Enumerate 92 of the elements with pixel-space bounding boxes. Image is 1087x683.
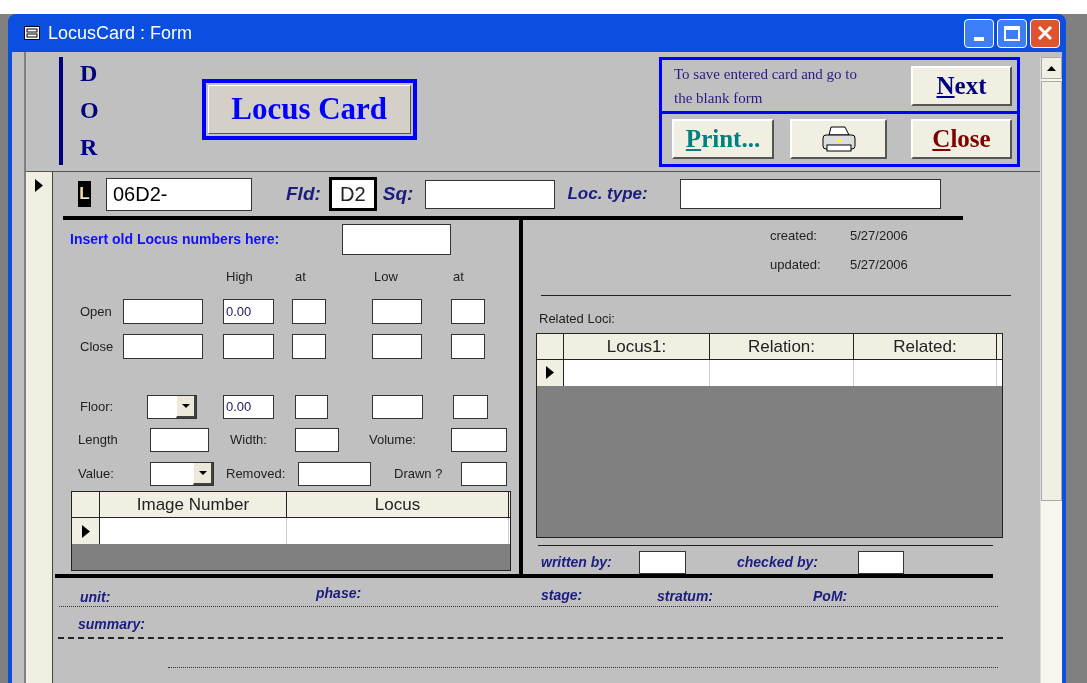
written-by-field[interactable]: [639, 551, 686, 574]
checked-by-field[interactable]: [858, 551, 904, 574]
field-label: stage:: [541, 586, 584, 605]
record-pointer-icon: [35, 179, 43, 192]
text-field[interactable]: [295, 395, 328, 419]
field-label: 5/27/2006: [850, 227, 908, 246]
text-field[interactable]: [461, 462, 507, 486]
field-label: at: [295, 268, 307, 287]
next-button[interactable]: Next: [911, 65, 1012, 106]
text-field[interactable]: [292, 299, 326, 324]
save-hint: To save entered card and go to the blank form: [674, 64, 859, 108]
locus-field[interactable]: 06D2-: [106, 177, 252, 211]
field-label: Length: [78, 431, 119, 450]
field-label: 5/27/2006: [850, 256, 908, 275]
text-field[interactable]: [123, 334, 203, 359]
print-button[interactable]: [790, 119, 887, 159]
caret-icon: [193, 463, 213, 485]
locus-prefix: L: [78, 181, 91, 207]
vertical-scrollbar[interactable]: [1040, 57, 1062, 683]
close-icon: [1037, 25, 1053, 41]
heading-letter: D: [80, 59, 99, 88]
dropdown-field[interactable]: [147, 395, 197, 419]
field-label: High: [226, 268, 254, 287]
text-field[interactable]: [372, 334, 422, 359]
field-label: Floor:: [80, 398, 115, 417]
field-label: phase:: [316, 584, 363, 603]
field-label: created:: [770, 227, 818, 246]
window-title: LocusCard : Form: [48, 21, 193, 45]
maximize-button[interactable]: [997, 18, 1027, 48]
heading-letter: R: [80, 133, 99, 162]
text-field[interactable]: [295, 428, 339, 452]
text-field[interactable]: [451, 428, 507, 452]
record-pointer-icon: [546, 366, 554, 380]
scroll-up-button[interactable]: [1041, 57, 1062, 79]
field-label: Related Loci:: [539, 310, 616, 329]
field-label: Loc. type:: [567, 183, 648, 206]
printer-icon: [820, 125, 857, 153]
field-label: Open: [80, 302, 113, 321]
field-label: Fld:: [286, 181, 321, 206]
field-label: Volume:: [369, 431, 417, 450]
field-label: Value:: [78, 465, 115, 484]
text-field[interactable]: 0.00: [223, 299, 274, 324]
loc-type-field[interactable]: [679, 179, 941, 209]
column-header: Image Number: [100, 492, 287, 517]
field-label: at: [453, 268, 465, 287]
sq-field[interactable]: [425, 179, 556, 209]
field-label: PoM:: [813, 587, 848, 606]
text-field[interactable]: [453, 395, 488, 419]
up-arrow-icon: [1047, 65, 1056, 71]
text-field[interactable]: [123, 299, 203, 324]
old-locus-label: Insert old Locus numbers here:: [70, 230, 281, 249]
column-header: Relation:: [710, 333, 854, 359]
column-header: Locus1:: [564, 333, 710, 359]
print-button[interactable]: Print...: [672, 119, 774, 159]
text-field[interactable]: [372, 395, 423, 419]
text-field[interactable]: [372, 299, 422, 324]
minimize-icon: [974, 36, 984, 41]
field-label: checked by:: [737, 553, 819, 572]
old-locus-field[interactable]: [342, 224, 451, 255]
scroll-thumb[interactable]: [1041, 81, 1062, 501]
text-field[interactable]: [150, 428, 209, 452]
field-label: updated:: [770, 256, 822, 275]
heading-letter: O: [80, 96, 99, 125]
form-icon: [24, 26, 40, 40]
field-label: Drawn ?: [394, 465, 444, 484]
locus-card-title: Locus Card: [207, 85, 411, 134]
field-label: summary:: [78, 615, 146, 634]
record-pointer-icon: [81, 524, 90, 538]
field-label: written by:: [541, 553, 613, 572]
fld-field[interactable]: D2: [328, 177, 377, 211]
field-label: unit:: [80, 588, 112, 607]
text-field[interactable]: [298, 462, 371, 486]
field-label: Removed:: [226, 465, 287, 484]
maximize-icon: [1004, 25, 1020, 41]
field-label: Close: [80, 337, 115, 356]
close-button[interactable]: Close: [911, 119, 1012, 159]
field-label: Low: [374, 268, 399, 287]
text-field[interactable]: [223, 334, 274, 359]
text-field[interactable]: 0.00: [223, 395, 274, 419]
column-header: Related:: [854, 333, 997, 359]
caret-icon: [176, 396, 196, 418]
field-label: Sq:: [382, 181, 414, 206]
record-selector[interactable]: [26, 172, 53, 683]
text-field[interactable]: [292, 334, 326, 359]
column-header: Locus: [287, 492, 509, 517]
text-field[interactable]: [451, 299, 485, 324]
field-label: Width:: [230, 431, 268, 450]
minimize-button[interactable]: [964, 18, 994, 48]
text-field[interactable]: [451, 334, 485, 359]
dropdown-field[interactable]: [150, 462, 214, 486]
close-window-button[interactable]: [1030, 18, 1060, 48]
field-label: stratum:: [657, 587, 714, 606]
